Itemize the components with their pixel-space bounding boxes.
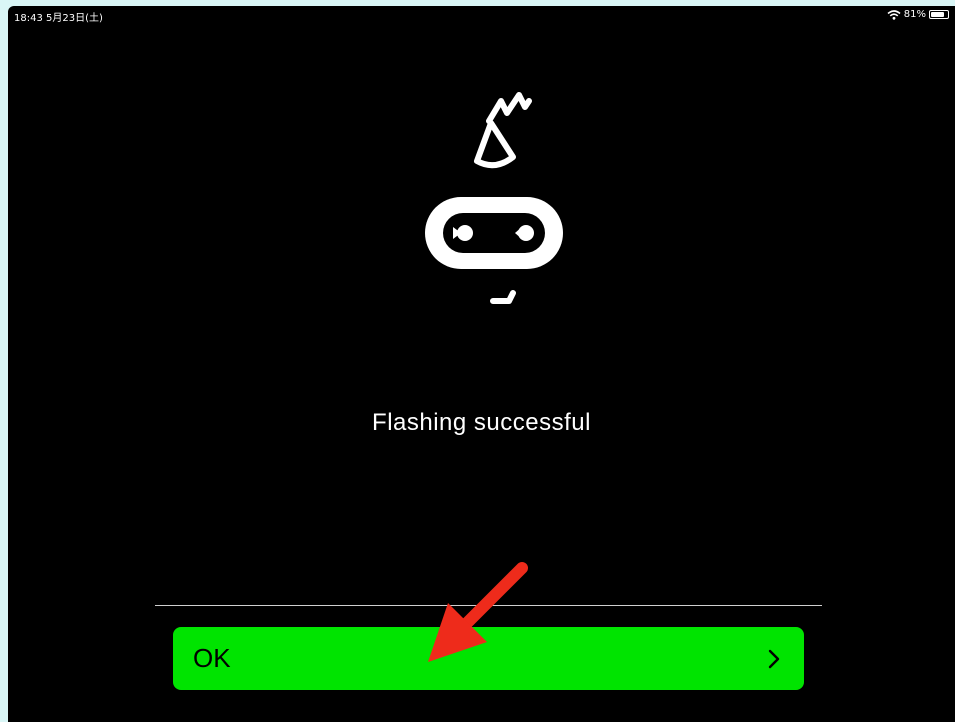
battery-icon	[929, 10, 949, 19]
ok-button-label: OK	[193, 643, 231, 673]
wifi-icon	[887, 9, 901, 20]
status-time: 18:43 5月23日(土)	[14, 13, 103, 24]
ok-button[interactable]: OK	[173, 627, 804, 690]
chevron-right-icon	[768, 649, 780, 668]
status-indicators: 81%	[887, 9, 949, 20]
battery-fill	[931, 12, 944, 17]
flashing-status-message: Flashing successful	[372, 409, 591, 436]
divider	[155, 605, 822, 606]
battery-percentage: 81%	[903, 9, 926, 20]
app-screen: 18:43 5月23日(土) 81% Flashing successful O…	[8, 6, 955, 722]
microbit-robot-icon	[425, 92, 563, 304]
status-bar: 18:43 5月23日(土) 81%	[8, 6, 955, 26]
